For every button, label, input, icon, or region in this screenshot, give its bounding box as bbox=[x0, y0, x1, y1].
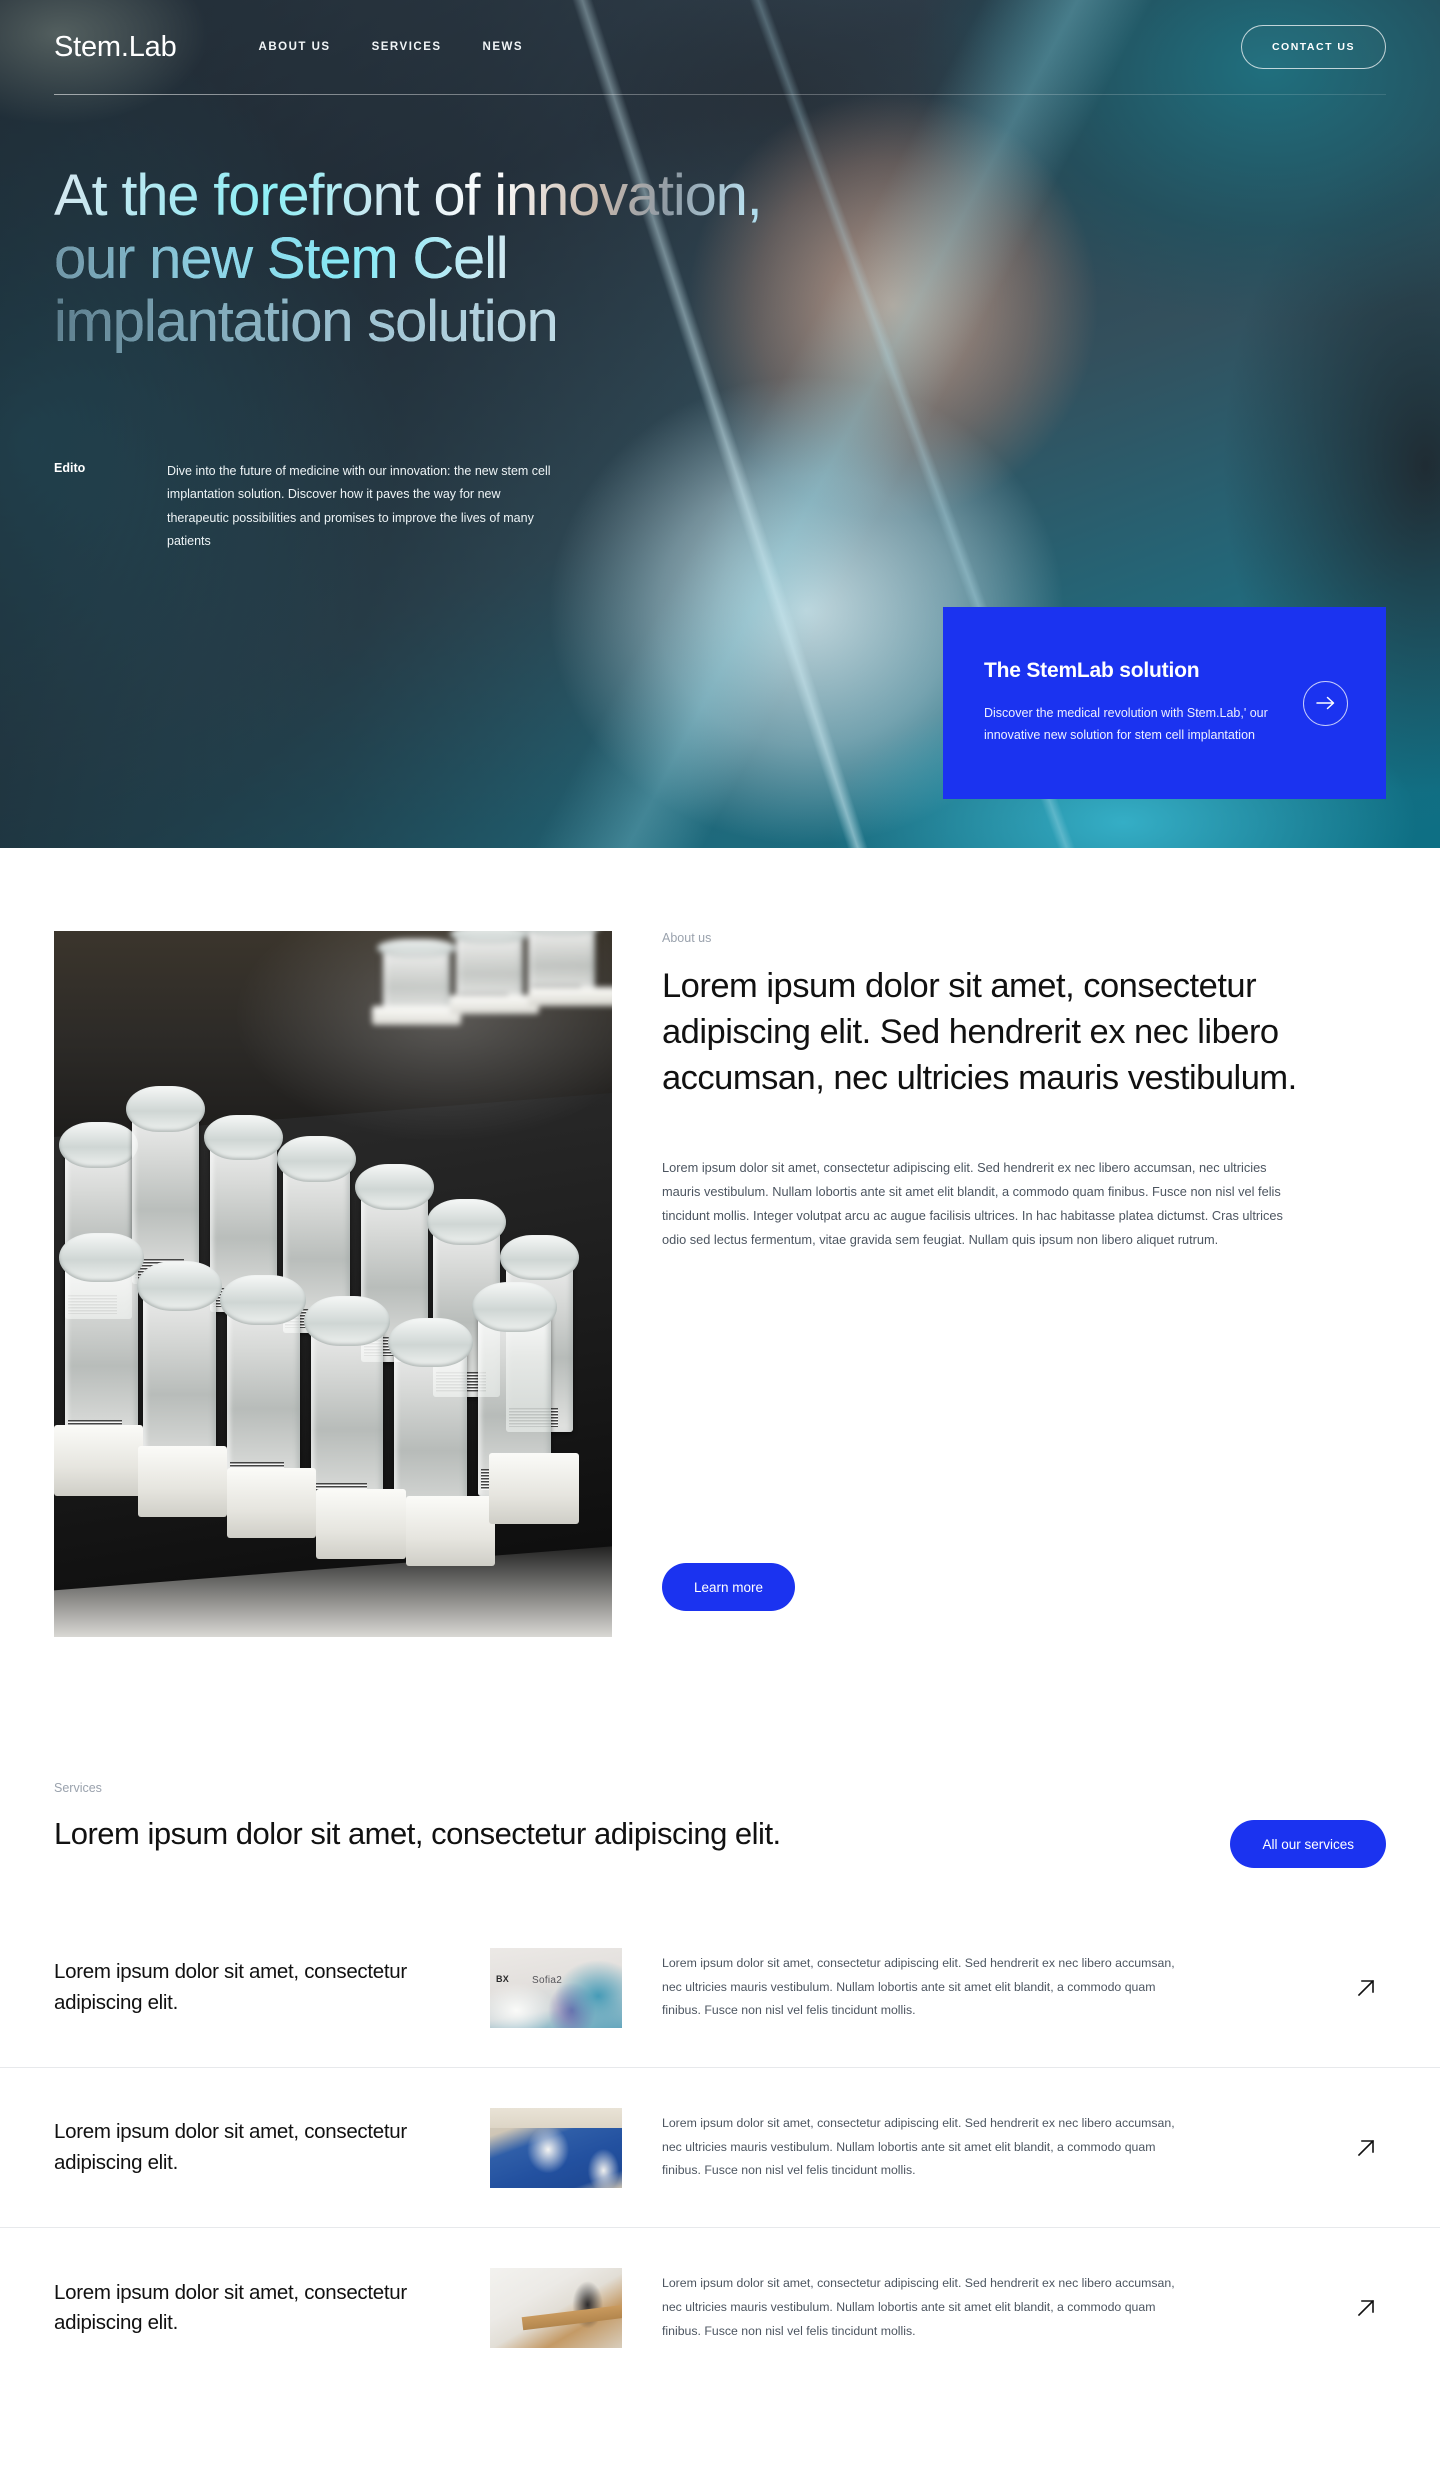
service-title: Lorem ipsum dolor sit amet, consectetur … bbox=[54, 2120, 407, 2174]
thumbnail-label-bx: BX bbox=[496, 1973, 509, 1984]
hero-section: Stem.Lab ABOUT US SERVICES NEWS CONTACT … bbox=[0, 0, 1440, 848]
service-row[interactable]: Lorem ipsum dolor sit amet, consectetur … bbox=[0, 1908, 1440, 2068]
solution-card[interactable]: The StemLab solution Discover the medica… bbox=[943, 607, 1386, 799]
about-content: About us Lorem ipsum dolor sit amet, con… bbox=[662, 931, 1302, 1252]
about-heading: Lorem ipsum dolor sit amet, consectetur … bbox=[662, 967, 1297, 1098]
edito-label: Edito bbox=[54, 461, 86, 475]
about-image bbox=[54, 931, 612, 1637]
service-thumbnail bbox=[490, 2268, 622, 2348]
about-eyebrow: About us bbox=[662, 931, 712, 945]
hero-headline: At the forefront of innovation, our new … bbox=[54, 164, 954, 354]
solution-card-body: Discover the medical revolution with Ste… bbox=[984, 706, 1268, 742]
services-cta-wrap: All our services bbox=[1230, 1820, 1386, 1868]
services-list: Lorem ipsum dolor sit amet, consectetur … bbox=[0, 1908, 1440, 2388]
services-heading: Lorem ipsum dolor sit amet, consectetur … bbox=[54, 1816, 781, 1851]
solution-card-title: The StemLab solution bbox=[984, 659, 1200, 683]
brand-logo[interactable]: Stem.Lab bbox=[54, 31, 177, 64]
hero-headline-line-2: our new Stem Cell bbox=[54, 227, 954, 290]
nav-item-news[interactable]: NEWS bbox=[483, 41, 524, 53]
service-thumbnail: BX Sofia2 bbox=[490, 1947, 622, 2028]
landing-page: Stem.Lab ABOUT US SERVICES NEWS CONTACT … bbox=[0, 0, 1440, 2477]
edito-text: Dive into the future of medicine with ou… bbox=[167, 464, 551, 548]
nav-item-services[interactable]: SERVICES bbox=[372, 41, 442, 53]
service-thumbnail bbox=[490, 2107, 622, 2188]
contact-us-button[interactable]: CONTACT US bbox=[1240, 25, 1386, 69]
all-our-services-button[interactable]: All our services bbox=[1230, 1820, 1386, 1868]
hero-headline-line-1: At the forefront of innovation, bbox=[54, 163, 762, 228]
arrow-up-right-icon[interactable] bbox=[1346, 1968, 1386, 2008]
about-paragraph: Lorem ipsum dolor sit amet, consectetur … bbox=[662, 1159, 1283, 1247]
nav-divider bbox=[54, 94, 1386, 95]
thumbnail-label-sofia: Sofia2 bbox=[532, 1974, 563, 1986]
solution-card-content: The StemLab solution Discover the medica… bbox=[984, 659, 1289, 747]
services-eyebrow: Services bbox=[54, 1781, 102, 1795]
learn-more-button[interactable]: Learn more bbox=[662, 1563, 796, 1611]
nav-item-about-us[interactable]: ABOUT US bbox=[259, 41, 331, 53]
service-row[interactable]: Lorem ipsum dolor sit amet, consectetur … bbox=[0, 2228, 1440, 2388]
service-row[interactable]: Lorem ipsum dolor sit amet, consectetur … bbox=[0, 2068, 1440, 2228]
about-section: About us Lorem ipsum dolor sit amet, con… bbox=[0, 848, 1440, 1728]
services-header: Services Lorem ipsum dolor sit amet, con… bbox=[0, 1728, 1440, 1894]
service-description: Lorem ipsum dolor sit amet, consectetur … bbox=[662, 1955, 1175, 2018]
about-cta-wrap: Learn more bbox=[662, 1563, 796, 1611]
arrow-up-right-icon[interactable] bbox=[1346, 2288, 1386, 2328]
edito-block: Edito Dive into the future of medicine w… bbox=[54, 460, 557, 553]
service-title: Lorem ipsum dolor sit amet, consectetur … bbox=[54, 1960, 407, 2014]
arrow-up-right-icon[interactable] bbox=[1346, 2128, 1386, 2168]
nav-links: ABOUT US SERVICES NEWS bbox=[259, 41, 524, 53]
service-description: Lorem ipsum dolor sit amet, consectetur … bbox=[662, 2276, 1175, 2338]
hero-headline-line-3: implantation solution bbox=[54, 290, 954, 353]
service-description: Lorem ipsum dolor sit amet, consectetur … bbox=[662, 2115, 1175, 2178]
service-title: Lorem ipsum dolor sit amet, consectetur … bbox=[54, 2280, 407, 2334]
main-navigation: Stem.Lab ABOUT US SERVICES NEWS CONTACT … bbox=[0, 0, 1440, 94]
arrow-right-icon[interactable] bbox=[1303, 680, 1348, 726]
services-section: Services Lorem ipsum dolor sit amet, con… bbox=[0, 1728, 1440, 2388]
